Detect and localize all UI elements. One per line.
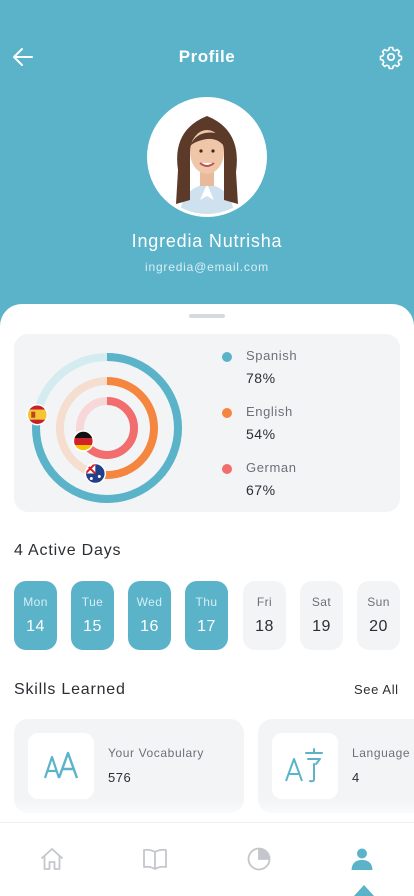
user-photo	[150, 100, 264, 214]
spain-flag-icon	[26, 403, 49, 426]
day-mon[interactable]: Mon 14	[14, 581, 57, 650]
day-name: Sun	[367, 595, 390, 609]
home-icon	[41, 848, 63, 870]
legend-value: 67%	[246, 482, 276, 498]
day-number: 19	[312, 618, 331, 635]
day-number: 16	[140, 618, 159, 635]
german-color-dot	[222, 464, 232, 474]
australia-flag-icon	[84, 462, 107, 485]
day-number: 18	[255, 618, 274, 635]
book-icon	[143, 848, 167, 870]
day-name: Fri	[256, 595, 273, 609]
day-number: 15	[83, 618, 102, 635]
day-name: Mon	[23, 595, 48, 609]
translate-icon	[285, 748, 323, 783]
tab-statistics[interactable]	[207, 823, 310, 896]
settings-button[interactable]	[378, 44, 404, 70]
day-name: Sat	[311, 595, 332, 609]
progress-rings-chart	[26, 353, 182, 503]
active-tab-indicator	[353, 885, 375, 896]
active-days-title: 4 Active Days	[14, 542, 122, 559]
legend-value: 78%	[246, 370, 276, 386]
language-legend: Spanish 78% English 54% German 67%	[222, 346, 392, 514]
day-name: Tue	[81, 595, 104, 609]
user-email: ingredia@email.com	[145, 260, 269, 274]
day-number: 14	[26, 618, 45, 635]
skill-count: 4	[352, 770, 360, 785]
language-icon-box	[272, 733, 338, 799]
day-sat[interactable]: Sat 19	[300, 581, 343, 650]
legend-name: English	[246, 404, 293, 419]
legend-value: 54%	[246, 426, 276, 442]
skill-count: 576	[108, 770, 132, 785]
pie-chart-icon	[247, 847, 271, 871]
profile-sheet: Spanish 78% English 54% German 67% 4 Act…	[0, 304, 414, 896]
user-icon	[351, 848, 373, 870]
day-sun[interactable]: Sun 20	[357, 581, 400, 650]
day-wed[interactable]: Wed 16	[128, 581, 171, 650]
bottom-tab-bar	[0, 822, 414, 896]
germany-flag-icon	[72, 430, 95, 452]
legend-name: Spanish	[246, 348, 298, 363]
user-name: Ingredia Nutrisha	[131, 231, 283, 251]
profile-header: Profile Ingredia Nutrisha ingredia@email…	[0, 0, 414, 320]
english-color-dot	[222, 408, 232, 418]
skills-title: Skills Learned	[14, 681, 126, 698]
see-all-link[interactable]: See All	[354, 682, 399, 697]
language-progress-card: Spanish 78% English 54% German 67%	[14, 334, 400, 512]
day-fri[interactable]: Fri 18	[243, 581, 286, 650]
day-number: 17	[197, 618, 216, 635]
day-name: Wed	[136, 595, 163, 609]
legend-item-german: German 67%	[222, 458, 392, 514]
scroll-fade	[0, 798, 414, 822]
tab-home[interactable]	[0, 823, 103, 896]
day-number: 20	[369, 618, 388, 635]
active-days-row: Mon 14 Tue 15 Wed 16 Thu 17 Fri 18 Sat 1…	[14, 581, 414, 651]
day-thu[interactable]: Thu 17	[185, 581, 228, 650]
legend-name: German	[246, 460, 297, 475]
skill-label: Language	[352, 746, 411, 760]
avatar[interactable]	[147, 97, 267, 217]
day-name: Thu	[195, 595, 218, 609]
gear-icon	[379, 46, 403, 70]
font-size-icon	[43, 751, 79, 779]
legend-item-spanish: Spanish 78%	[222, 346, 392, 402]
skill-label: Your Vocabulary	[108, 746, 204, 760]
page-title: Profile	[178, 47, 236, 66]
sheet-handle[interactable]	[189, 314, 225, 318]
tab-lessons[interactable]	[103, 823, 206, 896]
vocabulary-icon-box	[28, 733, 94, 799]
spanish-color-dot	[222, 352, 232, 362]
legend-item-english: English 54%	[222, 402, 392, 458]
day-tue[interactable]: Tue 15	[71, 581, 114, 650]
